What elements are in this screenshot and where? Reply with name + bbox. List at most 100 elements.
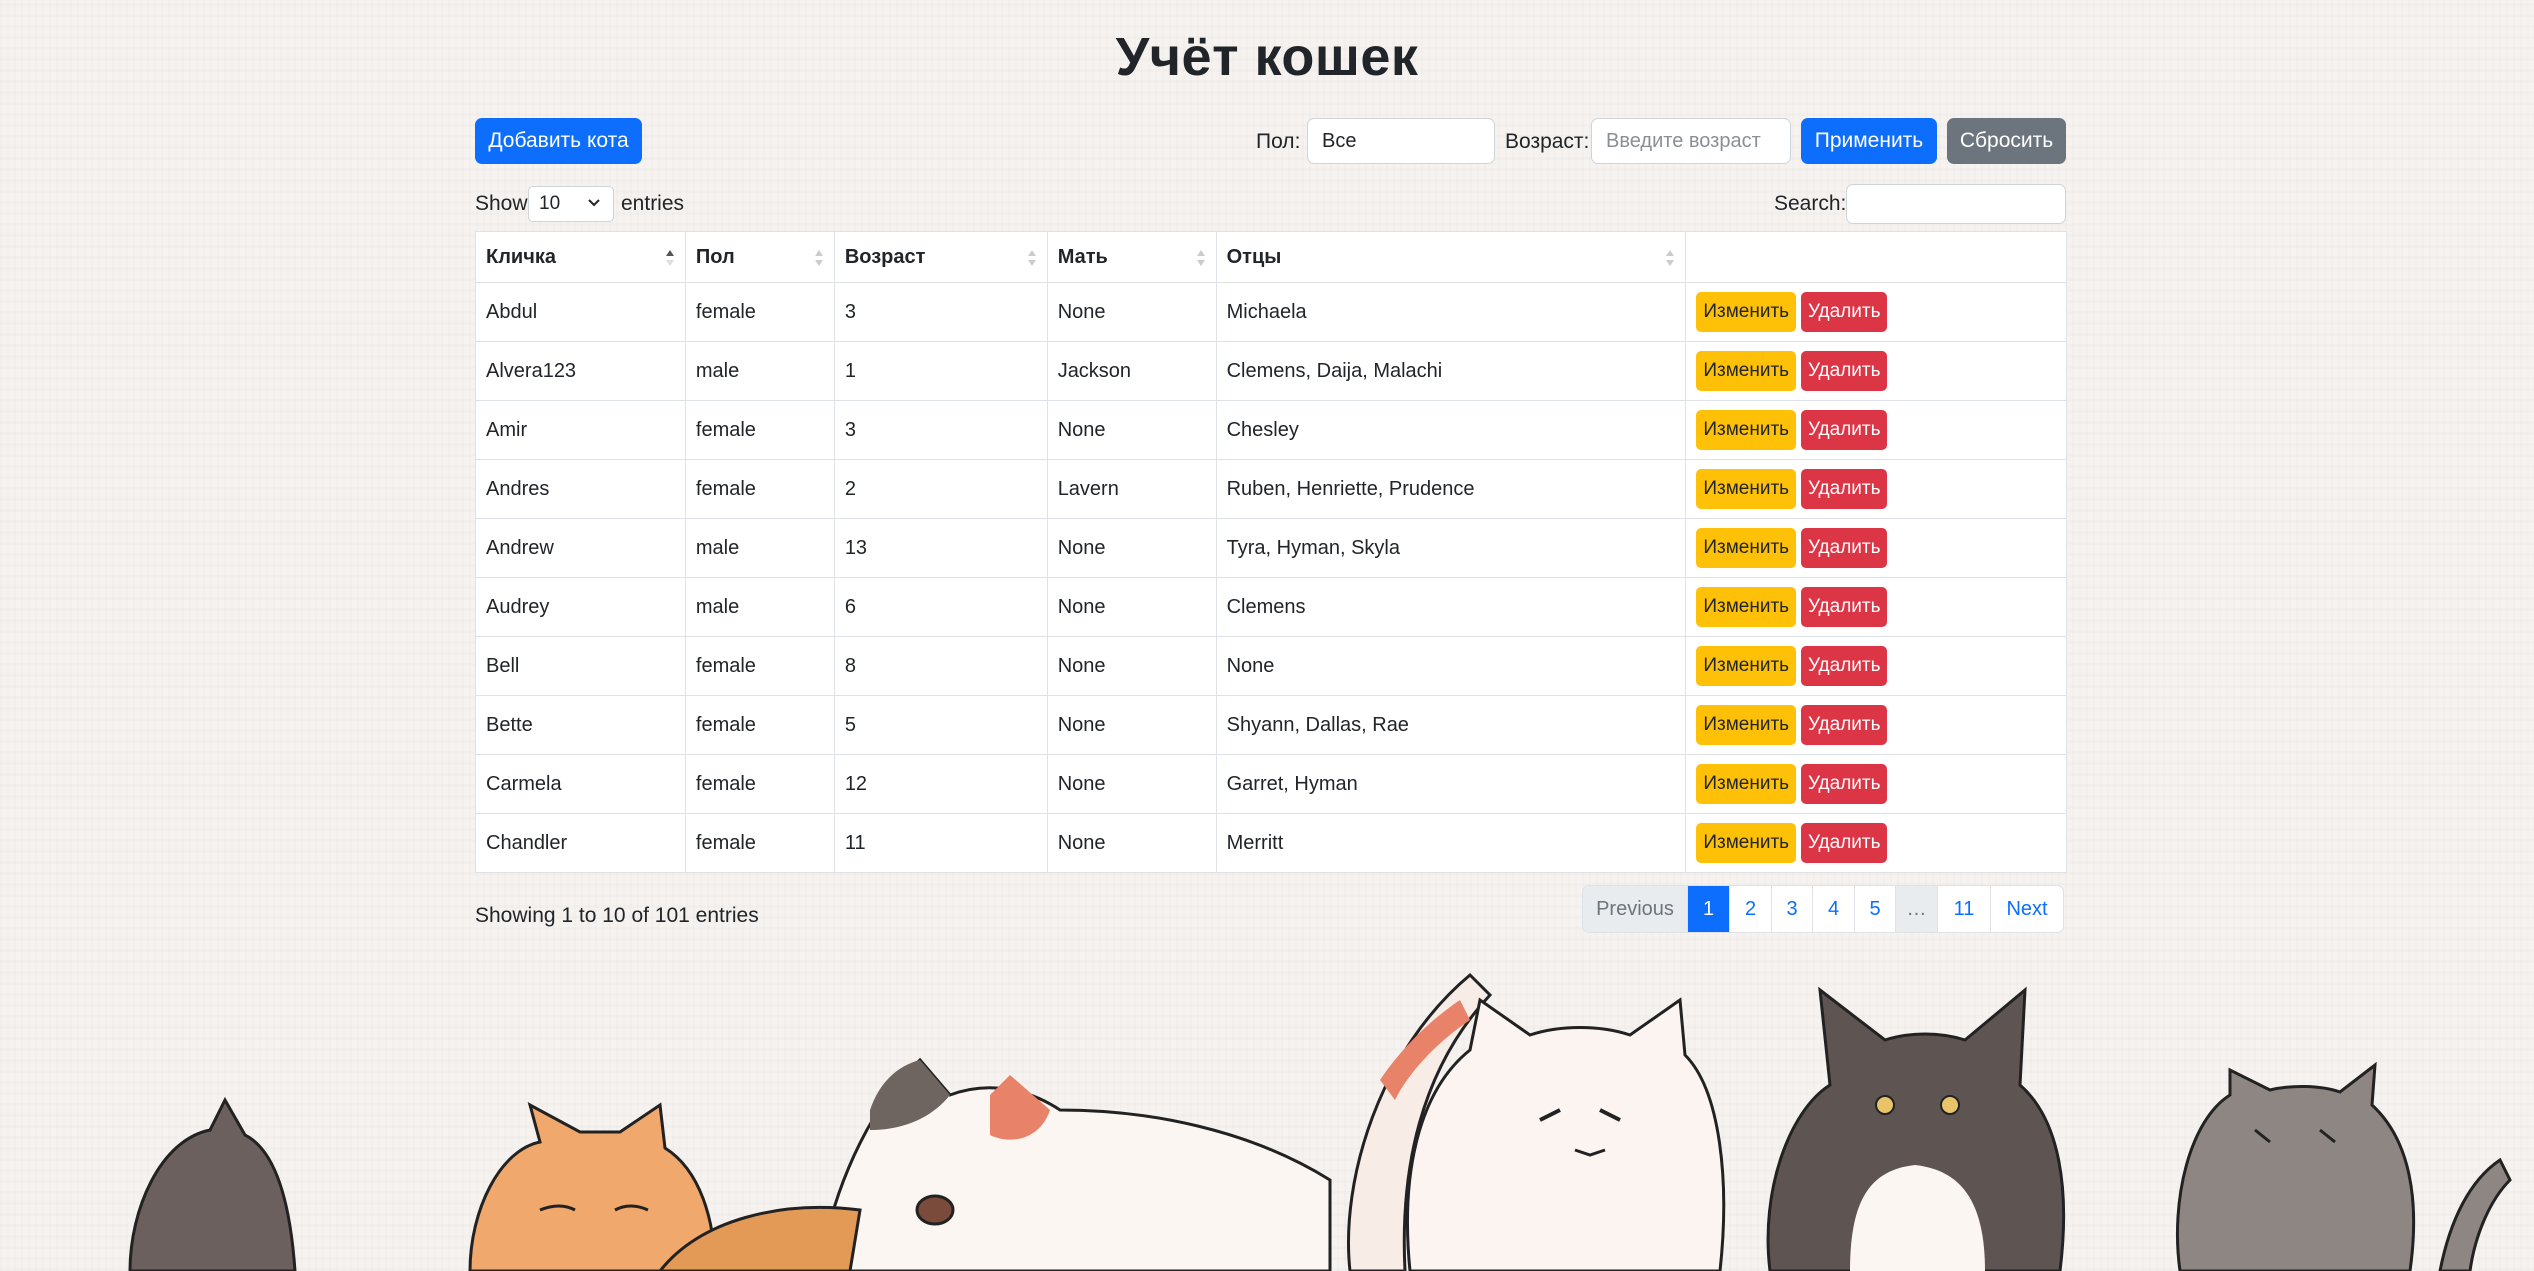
- apply-filter-button[interactable]: Применить: [1801, 118, 1937, 164]
- delete-button[interactable]: Удалить: [1801, 587, 1888, 627]
- column-header-label: Кличка: [486, 245, 556, 268]
- column-header-label: Отцы: [1226, 245, 1282, 268]
- table-row: Andrew male 13 None Tyra, Hyman, Skyla Измени…: [475, 518, 2067, 578]
- cats-illustration: [128, 972, 2512, 1271]
- cell-name: Audrey: [475, 577, 686, 637]
- table-row: Bette female 5 None Shyann, Dallas, Rae Измен…: [475, 695, 2067, 755]
- cell-mother: None: [1046, 754, 1217, 814]
- cell-actions: Изменить Удалить: [1685, 636, 2067, 696]
- cell-sex: female: [684, 813, 835, 873]
- table-row: Bell female 8 None None Изменить Удалить: [475, 636, 2067, 696]
- sort-asc-icon: [665, 250, 674, 266]
- sort-icon: [1666, 250, 1675, 266]
- column-header-age[interactable]: Возраст: [833, 231, 1048, 283]
- cell-sex: female: [684, 459, 835, 519]
- edit-button[interactable]: Изменить: [1696, 351, 1797, 391]
- column-header-label: Пол: [695, 245, 735, 268]
- delete-button[interactable]: Удалить: [1801, 764, 1888, 804]
- delete-button[interactable]: Удалить: [1801, 528, 1888, 568]
- cell-actions: Изменить Удалить: [1685, 813, 2067, 873]
- cell-actions: Изменить Удалить: [1685, 754, 2067, 814]
- column-header-actions: [1685, 231, 2067, 283]
- cell-mother: Jackson: [1046, 341, 1217, 401]
- cell-age: 1: [833, 341, 1048, 401]
- delete-button[interactable]: Удалить: [1801, 823, 1888, 863]
- show-label: Show: [475, 192, 528, 215]
- delete-button[interactable]: Удалить: [1801, 351, 1888, 391]
- table-row: Andres female 2 Lavern Ruben, Henriette, Pru…: [475, 459, 2067, 519]
- table-row: Audrey male 6 None Clemens Изменить Удалить: [475, 577, 2067, 637]
- cell-actions: Изменить Удалить: [1685, 400, 2067, 460]
- column-header-name[interactable]: Кличка: [475, 231, 686, 283]
- cell-actions: Изменить Удалить: [1685, 459, 2067, 519]
- cell-fathers: Clemens: [1215, 577, 1687, 637]
- column-header-label: Возраст: [844, 245, 926, 268]
- table-row: Abdul female 3 None Michaela Изменить Удалить: [475, 282, 2067, 342]
- sort-icon: [1027, 250, 1036, 266]
- edit-button[interactable]: Изменить: [1696, 292, 1797, 332]
- entries-length-select[interactable]: 10: [528, 186, 614, 222]
- delete-button[interactable]: Удалить: [1801, 292, 1888, 332]
- cell-mother: None: [1046, 577, 1217, 637]
- cell-age: 8: [833, 636, 1048, 696]
- cell-name: Bette: [475, 695, 686, 755]
- cell-sex: female: [684, 400, 835, 460]
- search-input[interactable]: [1846, 184, 2066, 224]
- cell-name: Carmela: [475, 754, 686, 814]
- cell-actions: Изменить Удалить: [1685, 577, 2067, 637]
- edit-button[interactable]: Изменить: [1696, 528, 1797, 568]
- cell-actions: Изменить Удалить: [1685, 341, 2067, 401]
- cats-table: Кличка Пол Возраст Мать Отцы Abdul female…: [475, 231, 2067, 873]
- table-header-row: Кличка Пол Возраст Мать Отцы: [475, 231, 2067, 283]
- cell-actions: Изменить Удалить: [1685, 518, 2067, 578]
- edit-button[interactable]: Изменить: [1696, 410, 1797, 450]
- cell-age: 6: [833, 577, 1048, 637]
- entries-label: entries: [621, 192, 685, 215]
- cell-mother: None: [1046, 518, 1217, 578]
- delete-button[interactable]: Удалить: [1801, 410, 1888, 450]
- cell-name: Chandler: [475, 813, 686, 873]
- cell-fathers: Ruben, Henriette, Prudence: [1215, 459, 1687, 519]
- delete-button[interactable]: Удалить: [1801, 469, 1888, 509]
- age-filter-input[interactable]: Введите возраст: [1591, 118, 1791, 164]
- cell-mother: Lavern: [1046, 459, 1217, 519]
- cell-name: Andrew: [475, 518, 686, 578]
- edit-button[interactable]: Изменить: [1696, 705, 1797, 745]
- reset-filter-button[interactable]: Сбросить: [1947, 118, 2066, 164]
- chevron-down-icon: [588, 199, 600, 207]
- sort-icon: [1196, 250, 1205, 266]
- edit-button[interactable]: Изменить: [1696, 764, 1797, 804]
- cell-fathers: Shyann, Dallas, Rae: [1215, 695, 1687, 755]
- delete-button[interactable]: Удалить: [1801, 705, 1888, 745]
- page-title: Учёт кошек: [1115, 27, 1419, 87]
- column-header-mother[interactable]: Мать: [1046, 231, 1217, 283]
- cell-fathers: Garret, Hyman: [1215, 754, 1687, 814]
- sex-filter-select[interactable]: Все: [1307, 118, 1495, 164]
- cell-age: 5: [833, 695, 1048, 755]
- table-row: Amir female 3 None Chesley Изменить Удалить: [475, 400, 2067, 460]
- cell-mother: None: [1046, 282, 1217, 342]
- cell-sex: female: [684, 695, 835, 755]
- column-header-sex[interactable]: Пол: [684, 231, 835, 283]
- add-cat-button[interactable]: Добавить кота: [475, 118, 642, 164]
- cell-sex: male: [684, 518, 835, 578]
- cell-age: 13: [833, 518, 1048, 578]
- edit-button[interactable]: Изменить: [1696, 646, 1797, 686]
- cell-mother: None: [1046, 400, 1217, 460]
- cell-age: 11: [833, 813, 1048, 873]
- edit-button[interactable]: Изменить: [1696, 587, 1797, 627]
- cell-mother: None: [1046, 813, 1217, 873]
- column-header-label: Мать: [1057, 245, 1108, 268]
- cell-sex: female: [684, 636, 835, 696]
- delete-button[interactable]: Удалить: [1801, 646, 1888, 686]
- sort-icon: [814, 250, 823, 266]
- cell-sex: female: [684, 754, 835, 814]
- edit-button[interactable]: Изменить: [1696, 469, 1797, 509]
- cell-mother: None: [1046, 636, 1217, 696]
- cell-name: Amir: [475, 400, 686, 460]
- column-header-fathers[interactable]: Отцы: [1215, 231, 1687, 283]
- cell-fathers: Clemens, Daija, Malachi: [1215, 341, 1687, 401]
- cell-fathers: None: [1215, 636, 1687, 696]
- cell-age: 3: [833, 282, 1048, 342]
- edit-button[interactable]: Изменить: [1696, 823, 1797, 863]
